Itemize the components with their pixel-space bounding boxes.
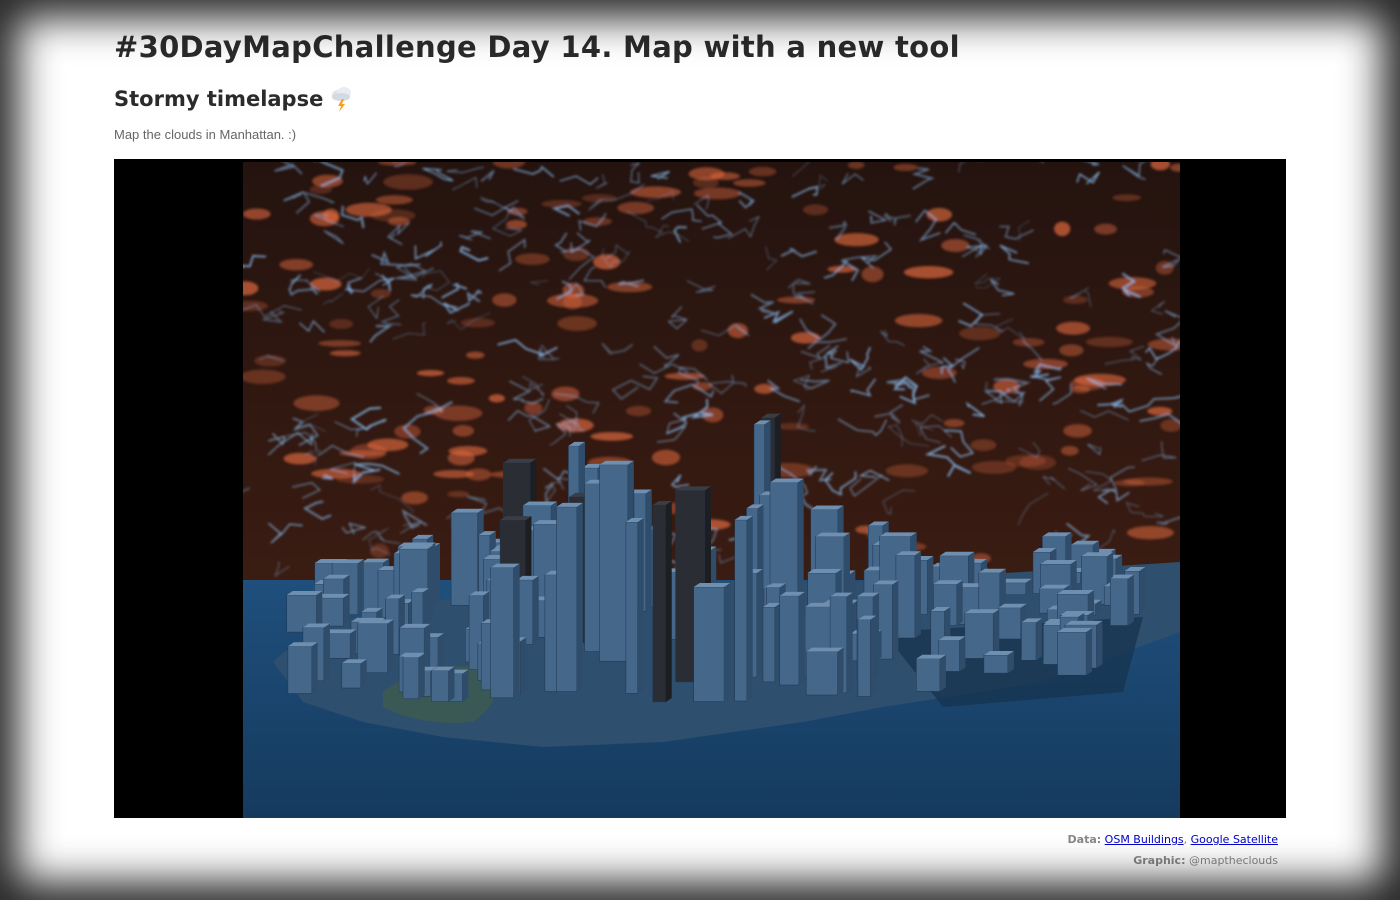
osm-buildings-link[interactable]: OSM Buildings — [1105, 833, 1184, 846]
credit-separator: , — [1183, 833, 1188, 846]
data-credit-line: Data: OSM Buildings, Google Satellite — [1068, 829, 1278, 850]
page-title: #30DayMapChallenge Day 14. Map with a ne… — [114, 30, 960, 64]
description-text: Map the clouds in Manhattan. :) — [114, 127, 297, 142]
google-satellite-link[interactable]: Google Satellite — [1191, 833, 1278, 846]
credits: Data: OSM Buildings, Google Satellite Gr… — [1068, 829, 1278, 871]
data-label: Data: — [1067, 833, 1102, 846]
cloud-with-lightning-icon — [329, 85, 355, 113]
graphic-credit-line: Graphic: @mapthe­clouds — [1068, 850, 1278, 871]
timelapse-video[interactable] — [114, 159, 1286, 818]
section-heading: Stormy timelapse — [114, 85, 355, 113]
graphic-label: Graphic: — [1133, 854, 1186, 867]
video-frame — [243, 162, 1180, 818]
section-heading-text: Stormy timelapse — [114, 87, 324, 111]
graphic-author: @mapthe­clouds — [1188, 854, 1278, 867]
page-content: #30DayMapChallenge Day 14. Map with a ne… — [114, 0, 1286, 900]
